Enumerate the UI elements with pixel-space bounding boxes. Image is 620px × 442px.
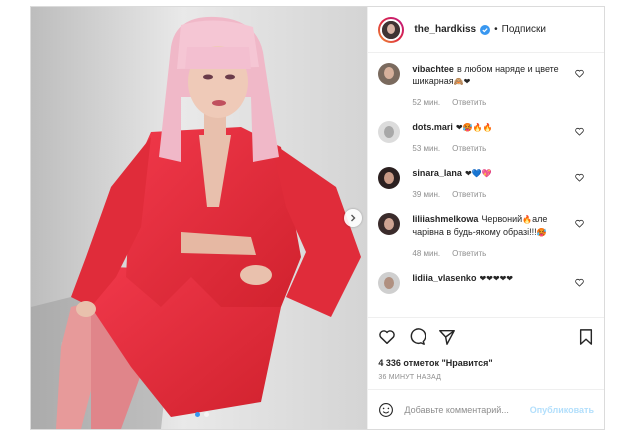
comment-username[interactable]: liliiashmelkowa xyxy=(412,214,478,224)
comment-item: sinara_lana ❤💙💖 39 мин. Ответить xyxy=(378,167,594,213)
reply-button[interactable]: Ответить xyxy=(452,97,486,109)
following-button[interactable]: Подписки xyxy=(502,24,546,35)
comment-time: 48 мин. xyxy=(412,249,441,258)
comment-item: vibachtee в любом наряде и цвете шикарная… xyxy=(378,63,594,121)
commenter-avatar[interactable] xyxy=(378,213,401,235)
heart-icon[interactable] xyxy=(575,127,584,136)
profile-avatar[interactable] xyxy=(378,16,405,43)
post-timestamp: 36 минут назад xyxy=(378,374,442,381)
heart-icon xyxy=(379,329,396,344)
carousel-indicator xyxy=(195,412,209,417)
commenter-avatar[interactable] xyxy=(378,167,401,189)
save-button[interactable] xyxy=(578,328,594,346)
comment-emoji-end: 🥵 xyxy=(536,228,547,237)
likes-count[interactable]: 4 336 отметок "Нравится" xyxy=(368,355,604,371)
reply-button[interactable]: Ответить xyxy=(452,189,486,201)
publish-button[interactable]: Опубликовать xyxy=(530,405,594,415)
comment-emoji: ❤🥵🔥🔥 xyxy=(455,123,493,132)
comment-emoji: ❤💙💖 xyxy=(464,169,492,178)
post-username[interactable]: the_hardkiss xyxy=(414,24,476,35)
carousel-dot xyxy=(204,412,209,417)
post-actions xyxy=(368,317,604,355)
next-slide-button[interactable] xyxy=(344,209,362,227)
commenter-avatar[interactable] xyxy=(378,272,401,294)
comment-time: 53 мин. xyxy=(412,144,441,153)
comment-button[interactable] xyxy=(408,327,427,346)
comment-item: liliiashmelkowa Червоний🔥але чарівна в бу… xyxy=(378,213,594,272)
commenter-avatar[interactable] xyxy=(378,63,401,85)
post-header: the_hardkiss • Подписки xyxy=(368,7,604,53)
heart-icon[interactable] xyxy=(575,219,584,228)
share-icon xyxy=(439,329,456,345)
comments-list: vibachtee в любом наряде и цвете шикарная… xyxy=(368,53,604,317)
comment-icon xyxy=(411,327,427,345)
like-button[interactable] xyxy=(378,328,396,346)
comment-text: Червоний xyxy=(481,214,523,224)
post-card: the_hardkiss • Подписки vibachtee в любом… xyxy=(30,6,605,430)
comment-emoji: 🙈❤ xyxy=(453,77,471,86)
avatar-image xyxy=(382,20,401,39)
comment-item: lidiia_vlasenko ❤❤❤❤❤ xyxy=(378,272,594,294)
comment-emoji: ❤❤❤❤❤ xyxy=(479,274,513,283)
comment-item: dots.mari ❤🥵🔥🔥 53 мин. Ответить xyxy=(378,121,594,167)
comment-emoji: 🔥 xyxy=(522,215,533,224)
comment-username[interactable]: vibachtee xyxy=(412,64,454,74)
comment-time: 52 мин. xyxy=(412,98,441,107)
commenter-avatar[interactable] xyxy=(378,121,401,143)
heart-icon[interactable] xyxy=(575,173,584,182)
comment-time: 39 мин. xyxy=(412,190,441,199)
comment-username[interactable]: sinara_lana xyxy=(412,168,462,178)
smiley-icon[interactable] xyxy=(378,402,394,418)
reply-button[interactable]: Ответить xyxy=(452,143,486,155)
heart-icon[interactable] xyxy=(575,278,584,287)
post-photo[interactable] xyxy=(31,7,369,429)
separator-dot: • xyxy=(494,24,498,35)
reply-button[interactable]: Ответить xyxy=(452,248,486,260)
comment-username[interactable]: dots.mari xyxy=(412,122,453,132)
verified-badge-icon xyxy=(480,24,491,35)
post-sidebar: the_hardkiss • Подписки vibachtee в любом… xyxy=(368,7,604,429)
carousel-dot-active xyxy=(195,412,200,417)
comment-username[interactable]: lidiia_vlasenko xyxy=(412,273,476,283)
bookmark-icon xyxy=(579,328,593,345)
add-comment-bar: Добавьте комментарий... Опубликовать xyxy=(368,389,604,429)
heart-icon[interactable] xyxy=(575,69,584,78)
woman-in-red-suit-image xyxy=(31,7,368,429)
share-button[interactable] xyxy=(438,328,456,346)
comment-input[interactable]: Добавьте комментарий... xyxy=(404,405,529,415)
chevron-right-icon xyxy=(351,214,356,222)
